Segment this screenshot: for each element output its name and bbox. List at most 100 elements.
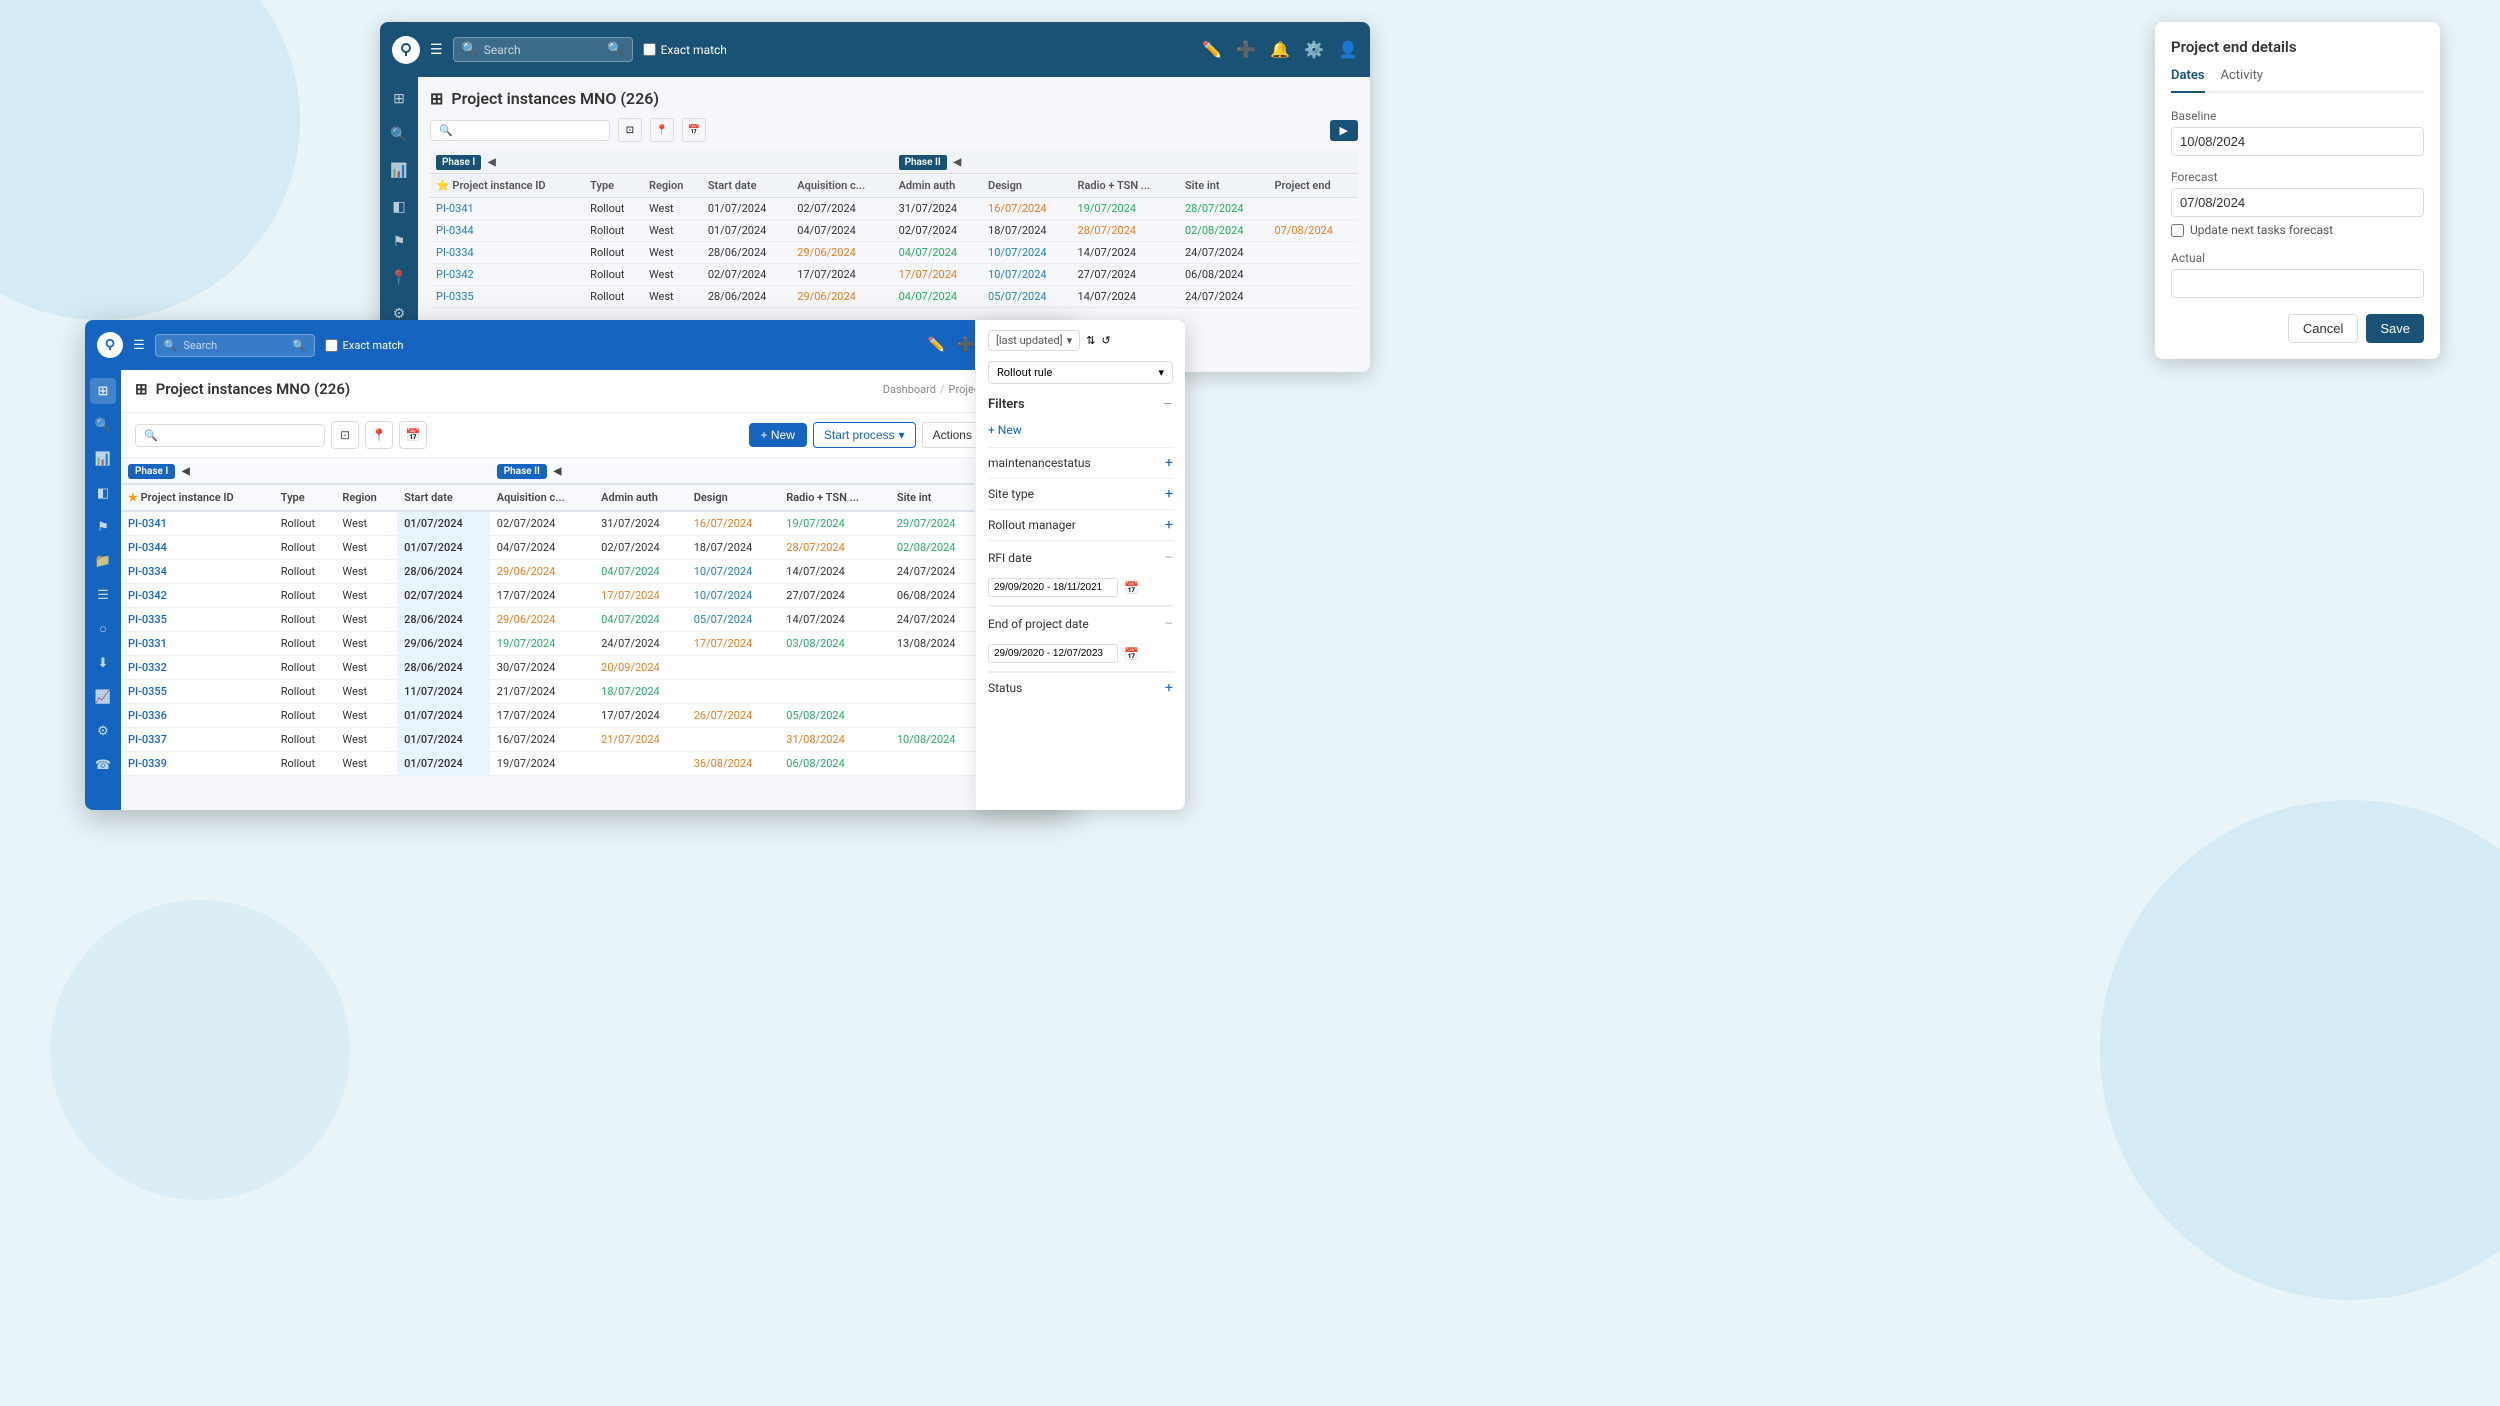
back-col-start[interactable]: Start date [702,174,791,198]
back-search-submit[interactable]: 🔍 [607,42,623,57]
breadcrumb-dashboard[interactable]: Dashboard [883,383,936,396]
back-settings-icon[interactable]: ⚙️ [1304,40,1324,59]
back-col-acq[interactable]: Aquisition c... [791,174,892,198]
filter-end-project-date[interactable]: End of project date − [988,606,1173,640]
front-table-search-input[interactable] [162,429,316,441]
sort-icon-btn[interactable]: ⇅ [1086,334,1095,347]
front-row-8[interactable]: PI-0355RolloutWest 11/07/2024 21/07/2024… [121,680,1075,704]
front-col-id-header[interactable]: ★ Project instance ID [121,484,274,511]
rfi-calendar-icon[interactable]: 📅 [1124,581,1139,595]
front-search-submit[interactable]: 🔍 [292,339,306,352]
filter-rollout-manager[interactable]: Rollout manager + [988,509,1173,540]
front-col-region-header[interactable]: Region [335,484,397,511]
back-exact-match-checkbox[interactable] [643,43,656,56]
front-sidebar-gear[interactable]: ⚙ [90,718,116,744]
refresh-btn[interactable]: ↺ [1101,334,1110,347]
filter-site-type[interactable]: Site type + [988,478,1173,509]
front-sidebar-folder[interactable]: 📁 [90,548,116,574]
front-sidebar-chart2[interactable]: 📈 [90,684,116,710]
front-col-radio-header[interactable]: Radio + TSN ... [779,484,890,511]
front-row-9[interactable]: PI-0336RolloutWest 01/07/2024 17/07/2024… [121,704,1075,728]
end-date-calendar-icon[interactable]: 📅 [1124,647,1139,661]
cancel-button[interactable]: Cancel [2288,314,2358,343]
back-col-site[interactable]: Site int [1179,174,1268,198]
save-button[interactable]: Save [2366,314,2424,343]
add-new-filter-btn[interactable]: + New [988,423,1173,437]
back-sidebar-layers[interactable]: ◧ [385,193,413,221]
back-col-design[interactable]: Design [982,174,1071,198]
panel-tab-dates[interactable]: Dates [2171,68,2205,93]
filter-rollout-manager-icon[interactable]: + [1165,517,1173,533]
back-col-type[interactable]: Type [584,174,643,198]
filter-rfi-date[interactable]: RFI date − [988,540,1173,574]
front-sidebar-home[interactable]: ⊞ [90,378,116,404]
back-sidebar-flag[interactable]: ⚑ [385,229,413,257]
front-row-10[interactable]: PI-0337RolloutWest 01/07/2024 16/07/2024… [121,728,1075,752]
back-sidebar-location[interactable]: 📍 [385,264,413,292]
front-phase1-back[interactable]: ◀ [182,466,190,477]
back-phase1-back[interactable]: ◀ [488,157,496,168]
back-sidebar-chart[interactable]: 📊 [385,157,413,185]
panel-tab-activity[interactable]: Activity [2221,68,2264,91]
back-sidebar-search[interactable]: 🔍 [385,121,413,149]
front-sidebar-monitor[interactable]: ◧ [90,480,116,506]
back-col-admin[interactable]: Admin auth [893,174,982,198]
baseline-input[interactable] [2171,127,2424,156]
front-row-7[interactable]: PI-0332RolloutWest 28/06/2024 30/07/2024… [121,656,1075,680]
front-sidebar-flag[interactable]: ⚑ [90,514,116,540]
filter-status[interactable]: Status + [988,672,1173,703]
sort-dropdown[interactable]: [last updated] ▾ [988,330,1080,351]
front-row-3[interactable]: PI-0334RolloutWest 28/06/2024 29/06/2024… [121,560,1075,584]
front-row-2[interactable]: PI-0344RolloutWest 01/07/2024 04/07/2024… [121,536,1075,560]
back-pencil-icon[interactable]: ✏️ [1202,40,1222,59]
front-sidebar-search[interactable]: 🔍 [90,412,116,438]
new-button[interactable]: + New [749,423,807,447]
front-phase2-back[interactable]: ◀ [554,466,562,477]
forecast-input[interactable] [2171,188,2424,217]
front-add-icon[interactable]: ➕ [957,337,974,353]
back-menu-icon[interactable]: ☰ [430,42,443,58]
front-sidebar-circle[interactable]: ○ [90,616,116,642]
front-sidebar-phone[interactable]: ☎ [90,752,116,778]
end-date-range-input[interactable] [988,644,1118,663]
front-row-6[interactable]: PI-0331RolloutWest 29/06/2024 19/07/2024… [121,632,1075,656]
front-row-1[interactable]: PI-0341RolloutWest 01/07/2024 02/07/2024… [121,511,1075,536]
actual-input[interactable] [2171,269,2424,298]
front-search-box[interactable]: 🔍 Search 🔍 [155,334,315,357]
back-add-icon[interactable]: ➕ [1236,40,1256,59]
rfi-date-range-input[interactable] [988,578,1118,597]
front-pencil-icon[interactable]: ✏️ [928,337,945,353]
front-sidebar-download[interactable]: ⬇ [90,650,116,676]
front-col-start-header[interactable]: Start date [397,484,490,511]
front-sidebar-chart[interactable]: 📊 [90,446,116,472]
back-row-5[interactable]: PI-0335RolloutWest 28/06/202429/06/20240… [430,286,1358,308]
back-bell-icon[interactable]: 🔔 [1270,40,1290,59]
back-col-radio[interactable]: Radio + TSN ... [1072,174,1179,198]
update-forecast-row[interactable]: Update next tasks forecast [2171,223,2424,237]
front-col-design-header[interactable]: Design [687,484,780,511]
front-sidebar-list[interactable]: ☰ [90,582,116,608]
start-process-button[interactable]: Start process ▾ [813,422,916,448]
filter-maintenancestatus[interactable]: maintenancestatus + [988,447,1173,478]
front-col-type-header[interactable]: Type [274,484,336,511]
back-phase2-back[interactable]: ◀ [953,157,961,168]
filter-rfi-date-icon[interactable]: − [1164,548,1173,567]
back-row-1[interactable]: PI-0341RolloutWest 01/07/202402/07/20243… [430,198,1358,220]
front-row-5[interactable]: PI-0335RolloutWest 28/06/2024 29/06/2024… [121,608,1075,632]
front-table-search-wrap[interactable]: 🔍 [135,424,325,447]
back-row-3[interactable]: PI-0334RolloutWest 28/06/202429/06/20240… [430,242,1358,264]
front-exact-match[interactable]: Exact match [325,339,404,352]
front-exact-match-checkbox[interactable] [325,339,338,352]
back-table-search[interactable]: 🔍 [430,120,610,141]
back-sidebar-home[interactable]: ⊞ [385,85,413,113]
front-location-btn[interactable]: 📍 [365,421,393,449]
front-col-acq-header[interactable]: Aquisition c... [490,484,594,511]
front-menu-icon[interactable]: ☰ [133,338,145,353]
front-col-site-header[interactable]: Site int [890,484,983,511]
front-row-4[interactable]: PI-0342RolloutWest 02/07/2024 17/07/2024… [121,584,1075,608]
back-filter-active[interactable]: ▶ [1330,120,1358,141]
back-row-2[interactable]: PI-0344RolloutWest 01/07/202404/07/20240… [430,220,1358,242]
back-calendar-btn[interactable]: 📅 [682,118,706,142]
filter-maintenancestatus-icon[interactable]: + [1165,455,1173,471]
filter-end-project-icon[interactable]: − [1164,614,1173,633]
